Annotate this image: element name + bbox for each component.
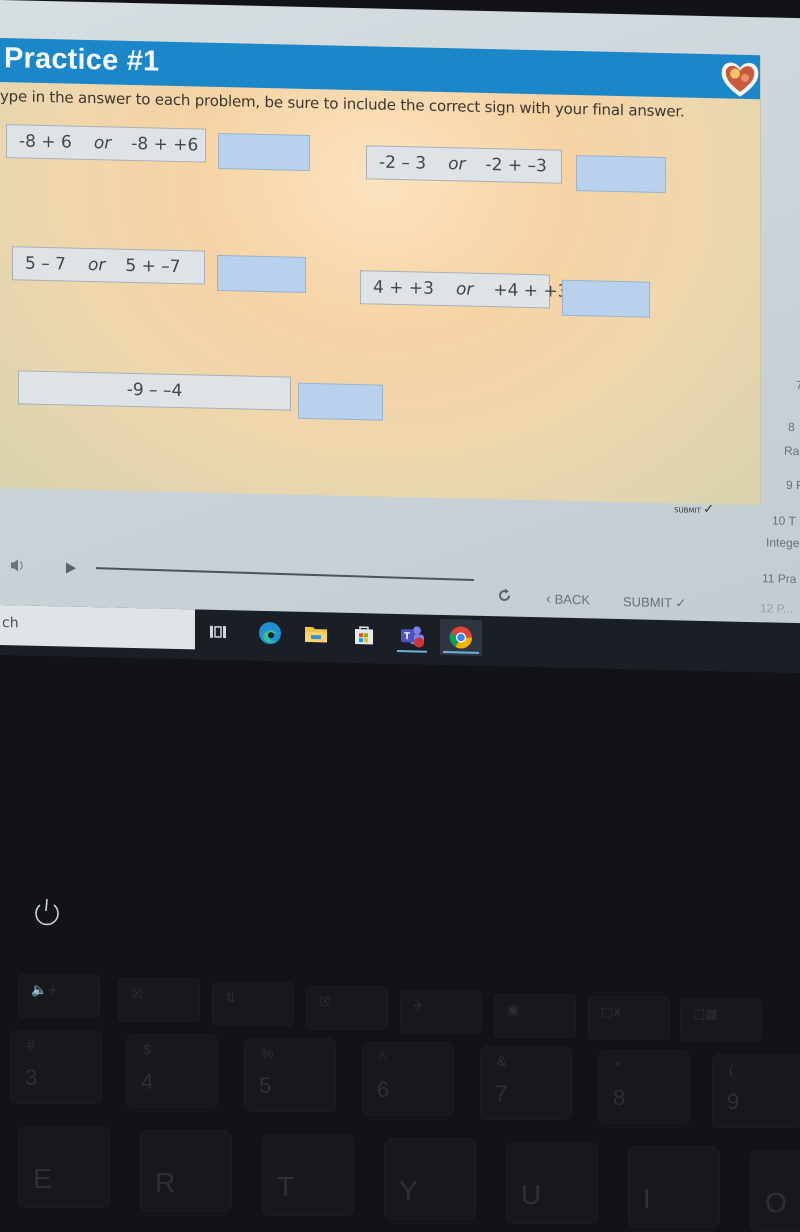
sidebar-item[interactable]: Ra — [784, 444, 799, 458]
chrome-icon[interactable] — [440, 618, 482, 656]
key-3[interactable]: #3 — [10, 1030, 102, 1104]
problem-2-expr2: -2 + –3 — [485, 155, 547, 177]
key-o[interactable]: O — [750, 1150, 800, 1232]
problem-3-expr2: 5 + –7 — [125, 255, 181, 278]
problem-1-expr2: -8 + +6 — [131, 133, 199, 156]
key-9[interactable]: (9 — [712, 1054, 800, 1128]
problem-5-expression: -9 – –4 — [18, 370, 291, 411]
problem-5-answer-input[interactable] — [298, 382, 383, 421]
or-label: or — [448, 154, 466, 175]
problem-2-expression: -2 – 3 or -2 + –3 — [366, 145, 562, 184]
function-key[interactable]: ▣ — [494, 994, 576, 1038]
problem-3-answer-input[interactable] — [217, 254, 306, 293]
problem-4-expr2: +4 + +3 — [493, 280, 569, 302]
edge-icon[interactable] — [252, 615, 288, 652]
lesson-slide: Practice #1 ype in the answer to each pr… — [0, 38, 762, 517]
problem-1-expr1: -8 + 6 — [19, 131, 72, 153]
search-text: ch — [2, 615, 19, 632]
svg-text:T: T — [404, 631, 410, 642]
task-view-icon[interactable] — [200, 614, 236, 651]
check-icon: ✓ — [703, 501, 714, 518]
running-indicator — [443, 651, 479, 654]
key-6[interactable]: ^ 6 — [362, 1042, 454, 1116]
function-key[interactable]: □x — [588, 996, 670, 1040]
running-indicator — [397, 650, 427, 653]
problem-2-answer-input[interactable] — [576, 155, 666, 194]
function-key[interactable]: □▩ — [680, 998, 762, 1042]
sidebar-item[interactable]: 9 P — [786, 478, 800, 492]
back-label: BACK — [554, 591, 591, 608]
volume-icon[interactable] — [10, 557, 26, 576]
replay-icon[interactable] — [498, 587, 512, 606]
problem-3-expression: 5 – 7 or 5 + –7 — [12, 246, 205, 285]
or-label: or — [93, 133, 112, 154]
page-title: Practice #1 — [4, 42, 160, 78]
sidebar-item[interactable]: 11 Pra — [762, 571, 796, 586]
problem-1-expression: -8 + 6 or -8 + +6 — [6, 124, 206, 163]
key-8[interactable]: * 8 — [598, 1050, 690, 1124]
play-icon[interactable] — [65, 559, 77, 578]
back-button[interactable]: ‹ BACK — [546, 590, 590, 608]
problem-5-expr1: -9 – –4 — [126, 379, 183, 402]
submit-button[interactable]: SUBMIT ✓ — [623, 594, 686, 611]
problem-4-expression: 4 + +3 or +4 + +3 — [360, 270, 569, 309]
progress-bar[interactable] — [95, 567, 474, 582]
power-icon[interactable] — [30, 898, 64, 932]
function-key[interactable]: ☒ — [306, 986, 388, 1030]
key-e[interactable]: E — [18, 1126, 110, 1208]
key-u[interactable]: U — [506, 1142, 598, 1224]
key-r[interactable]: R — [140, 1130, 232, 1212]
sidebar-item[interactable]: 12 P... — [760, 601, 793, 616]
key-y[interactable]: Y — [384, 1138, 476, 1220]
slide-submit-button[interactable]: SUBMIT ✓ — [674, 501, 714, 517]
function-key[interactable]: ✈ — [400, 990, 482, 1034]
slide-outline-sidebar: 7 8 Ra 9 P 10 T Intege 11 Pra 12 P... — [760, 377, 800, 616]
key-4[interactable]: $4 — [126, 1034, 218, 1108]
teams-icon[interactable]: T — [394, 618, 430, 655]
key-7[interactable]: & 7 — [480, 1046, 572, 1120]
problem-4-expr1: 4 + +3 — [373, 277, 434, 299]
or-label: or — [87, 254, 106, 276]
problem-3-expr1: 5 – 7 — [25, 253, 66, 275]
submit-label: SUBMIT — [623, 594, 672, 611]
laptop-screen: Practice #1 ype in the answer to each pr… — [0, 0, 800, 659]
problem-2-expr1: -2 – 3 — [379, 152, 427, 174]
store-icon[interactable] — [346, 617, 382, 654]
key-i[interactable]: I — [628, 1146, 720, 1228]
slide-submit-label: SUBMIT — [674, 506, 701, 515]
sidebar-item[interactable]: 7 — [796, 378, 800, 392]
sidebar-item[interactable]: 8 — [788, 420, 795, 434]
check-icon: ✓ — [675, 595, 687, 611]
taskbar-search-box[interactable]: ch — [0, 605, 195, 650]
player-controls: ‹ BACK SUBMIT ✓ — [0, 520, 760, 611]
chevron-left-icon: ‹ — [546, 590, 551, 608]
sidebar-item[interactable]: Intege — [766, 535, 799, 550]
key-5[interactable]: % 5 — [244, 1038, 336, 1112]
or-label: or — [455, 279, 474, 300]
function-key[interactable]: ☒ — [118, 978, 200, 1022]
function-key[interactable]: 🔈+ — [18, 974, 100, 1018]
problem-4-answer-input[interactable] — [562, 279, 650, 318]
folder-icon[interactable] — [298, 616, 334, 653]
key-t[interactable]: T — [262, 1134, 354, 1216]
sidebar-item[interactable]: 10 T — [772, 514, 796, 529]
function-key[interactable]: ⇅ — [212, 982, 294, 1026]
problem-1-answer-input[interactable] — [218, 132, 310, 172]
heart-photo-icon — [718, 56, 762, 101]
